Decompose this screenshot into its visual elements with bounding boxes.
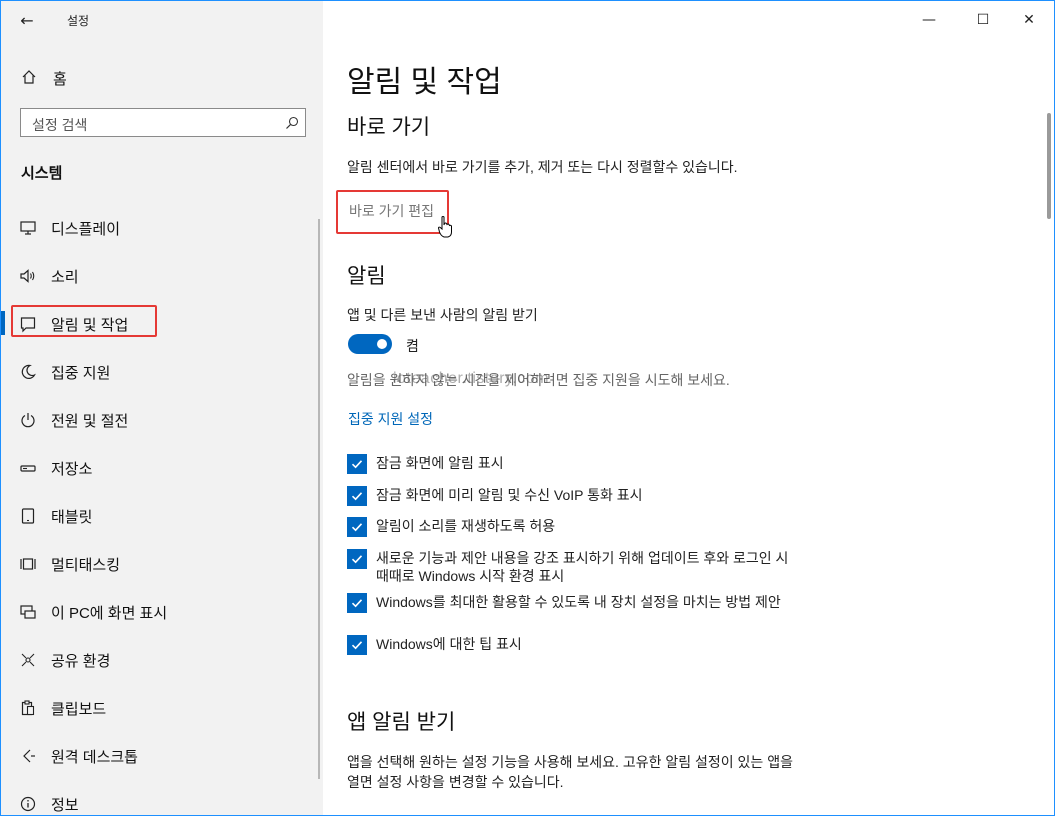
sidebar-item-label: 전원 및 절전 xyxy=(51,413,129,430)
sidebar-item-label: 저장소 xyxy=(51,461,93,478)
app-title: 설정 xyxy=(67,14,90,28)
sidebar-item[interactable]: 원격 데스크톱 xyxy=(1,737,323,773)
annotation-highlight-nav xyxy=(11,305,157,337)
shortcuts-description: 알림 센터에서 바로 가기를 추가, 제거 또는 다시 정렬할수 있습니다. xyxy=(347,159,738,175)
notifications-heading: 알림 xyxy=(347,265,386,288)
sidebar-item[interactable]: 소리 xyxy=(1,257,323,293)
home-label: 홈 xyxy=(53,71,67,88)
sidebar-item[interactable]: 클립보드 xyxy=(1,689,323,725)
sidebar: ← 설정 홈 설정 검색 시스템 디스플레이 소리 알림 및 작업 집중 지원 전원 및… xyxy=(1,1,323,815)
checkmark-icon xyxy=(351,599,363,608)
checkbox-label: 잠금 화면에 알림 표시 xyxy=(376,455,504,471)
checkbox[interactable] xyxy=(347,517,367,537)
sidebar-item-label: 디스플레이 xyxy=(51,221,121,238)
sidebar-item-label: 원격 데스크톱 xyxy=(51,749,138,766)
shortcuts-heading: 바로 가기 xyxy=(347,116,431,139)
edit-shortcuts-link[interactable]: 바로 가기 편집 xyxy=(349,201,434,221)
sidebar-item[interactable]: 디스플레이 xyxy=(1,209,323,245)
toggle-state-text: 켬 xyxy=(406,338,419,354)
monitor-icon xyxy=(20,221,36,235)
speaker-icon xyxy=(20,269,35,283)
sidebar-item-label: 클립보드 xyxy=(51,701,107,718)
search-placeholder: 설정 검색 xyxy=(32,117,88,133)
project-icon xyxy=(20,605,36,619)
watermark-text: ioteacher.tistory.com xyxy=(393,370,550,387)
info-icon xyxy=(20,796,36,812)
tablet-icon xyxy=(21,508,35,524)
checkbox[interactable] xyxy=(347,593,367,613)
remote-desktop-icon xyxy=(23,749,35,763)
sidebar-item-label: 소리 xyxy=(51,269,79,286)
app-notifications-heading: 앱 알림 받기 xyxy=(347,711,456,734)
search-icon xyxy=(286,116,299,129)
sidebar-item-label: 공유 환경 xyxy=(51,653,111,670)
checkbox[interactable] xyxy=(347,635,367,655)
checkbox-label: Windows에 대한 팁 표시 xyxy=(376,636,522,652)
selected-indicator xyxy=(1,311,5,335)
checkmark-icon xyxy=(351,641,363,650)
maximize-button[interactable]: ☐ xyxy=(969,9,997,31)
sidebar-item-label: 멀티태스킹 xyxy=(51,557,121,574)
checkbox-label: Windows를 최대한 활용할 수 있도록 내 장치 설정을 마치는 방법 제… xyxy=(376,594,781,610)
sidebar-item[interactable]: 정보 xyxy=(1,785,323,815)
search-input[interactable]: 설정 검색 xyxy=(20,108,306,137)
share-icon xyxy=(21,653,35,667)
sidebar-item-label: 이 PC에 화면 표시 xyxy=(51,605,168,622)
notifications-toggle-label: 앱 및 다른 보낸 사람의 알림 받기 xyxy=(347,307,538,323)
section-title: 시스템 xyxy=(21,165,63,182)
sidebar-item[interactable]: 전원 및 절전 xyxy=(1,401,323,437)
settings-window: ← 설정 홈 설정 검색 시스템 디스플레이소리 알림 및 작업집중 지원전원 및… xyxy=(0,0,1055,816)
sidebar-item[interactable]: 저장소 xyxy=(1,449,323,485)
home-icon xyxy=(22,70,36,84)
toggle-knob xyxy=(377,339,387,349)
checkmark-icon xyxy=(351,555,363,564)
checkbox-label: 새로운 기능과 제안 내용을 강조 표시하기 위해 업데이트 후와 로그인 시 … xyxy=(376,550,789,584)
storage-icon xyxy=(20,465,36,472)
sidebar-item[interactable]: 멀티태스킹 xyxy=(1,545,323,581)
close-button[interactable]: ✕ xyxy=(1015,9,1043,31)
checkmark-icon xyxy=(351,492,363,501)
minimize-button[interactable]: — xyxy=(915,9,943,31)
sidebar-item-label: 집중 지원 xyxy=(51,365,111,382)
focus-assist-settings-link[interactable]: 집중 지원 설정 xyxy=(348,409,433,429)
sidebar-item-label: 정보 xyxy=(51,797,79,814)
sidebar-item[interactable]: 집중 지원 xyxy=(1,353,323,389)
checkbox-label: 알림이 소리를 재생하도록 허용 xyxy=(376,518,556,534)
checkbox[interactable] xyxy=(347,454,367,474)
sidebar-item[interactable]: 공유 환경 xyxy=(1,641,323,677)
checkmark-icon xyxy=(351,460,363,469)
home-nav-item[interactable]: 홈 xyxy=(1,63,323,91)
main-scrollbar[interactable] xyxy=(1047,113,1051,219)
hand-cursor-icon xyxy=(437,216,452,238)
checkmark-icon xyxy=(351,523,363,532)
moon-icon xyxy=(21,364,36,379)
multitasking-icon xyxy=(20,558,36,570)
sidebar-item[interactable]: 이 PC에 화면 표시 xyxy=(1,593,323,629)
app-notifications-description: 앱을 선택해 원하는 설정 기능을 사용해 보세요. 고유한 알림 설정이 있는… xyxy=(347,754,793,790)
sidebar-scrollbar[interactable] xyxy=(318,219,320,779)
checkbox-label: 잠금 화면에 미리 알림 및 수신 VoIP 통화 표시 xyxy=(376,487,643,503)
clipboard-icon xyxy=(21,700,35,716)
sidebar-item-label: 태블릿 xyxy=(51,509,93,526)
checkbox[interactable] xyxy=(347,486,367,506)
sidebar-item[interactable]: 태블릿 xyxy=(1,497,323,533)
notifications-toggle[interactable] xyxy=(348,334,392,354)
page-title: 알림 및 작업 xyxy=(347,66,502,99)
checkbox[interactable] xyxy=(347,549,367,569)
power-icon xyxy=(21,413,35,428)
back-button[interactable]: ← xyxy=(13,9,41,31)
